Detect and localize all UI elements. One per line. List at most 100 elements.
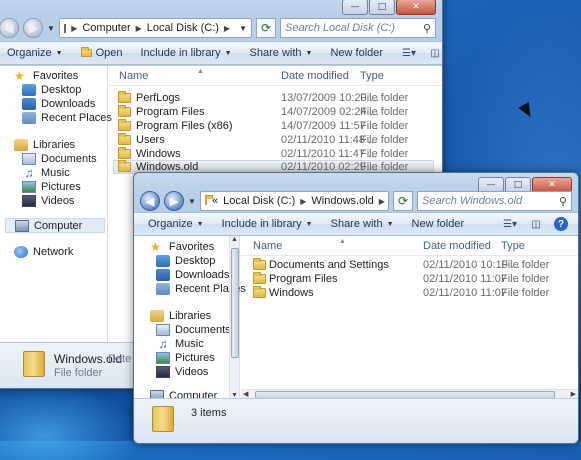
nav-favorites[interactable]: ★ Favorites [150,240,214,254]
network-icon [14,246,28,258]
address-bar[interactable]: ▶ Computer ▶ Local Disk (C:) ▶ ▼ [59,18,252,38]
file-row[interactable]: Documents and Settings 02/11/2010 10:19 … [245,258,570,272]
nav-libraries[interactable]: Libraries [150,309,211,323]
organize-label: Organize [148,218,193,230]
nav-documents[interactable]: Documents [22,152,97,166]
nav-desktop[interactable]: Desktop [156,254,215,268]
back-button[interactable]: ◀ [140,191,160,211]
nav-music[interactable]: ♫ Music [156,337,204,351]
forward-button[interactable]: ▶ [23,18,43,38]
breadcrumb-computer[interactable]: Computer [82,22,130,34]
recent-pages-dropdown[interactable]: ▼ [47,24,55,33]
back-button[interactable]: ◀ [0,18,19,38]
nav-recent-places-label: Recent Places [41,112,112,124]
nav-pictures[interactable]: Pictures [22,180,81,194]
column-name[interactable]: Name [253,240,282,252]
breadcrumb-local-disk[interactable]: Local Disk (C:) [147,22,219,34]
column-type[interactable]: Type [360,70,384,82]
nav-videos-label: Videos [41,195,75,207]
nav-music[interactable]: ♫ Music [22,166,70,180]
forward-button[interactable]: ▶ [164,191,184,211]
pictures-icon [22,181,36,193]
file-row[interactable]: Program Files 14/07/2009 02:24 ... File … [113,105,434,119]
address-bar[interactable]: « Local Disk (C:) ▶ Windows.old ▶ ▼ [200,191,389,211]
nav-favorites[interactable]: ★ Favorites [14,69,78,83]
file-type: File folder [360,134,409,146]
breadcrumb-chevron-icon[interactable]: ▶ [71,24,77,33]
nav-pictures[interactable]: Pictures [156,351,215,365]
breadcrumb-chevron-icon[interactable]: ▶ [300,197,306,206]
include-in-library-button[interactable]: Include in library ▼ [222,218,313,230]
details-type: File folder [54,367,103,379]
folder-icon [118,119,131,131]
organize-button[interactable]: Organize ▼ [7,47,63,59]
include-in-library-button[interactable]: Include in library ▼ [141,47,232,59]
column-date-modified[interactable]: Date modified [281,70,349,82]
nav-videos-label: Videos [175,366,209,378]
new-folder-label: New folder [330,47,384,59]
nav-downloads[interactable]: Downloads [22,97,95,111]
view-options-icon[interactable]: ☰▾ [401,46,417,60]
nav-music-label: Music [175,338,204,350]
search-input[interactable]: Search Windows.old ⚲ [417,191,572,211]
nav-libraries-label: Libraries [33,139,76,151]
refresh-button[interactable]: ⟳ [393,191,413,211]
file-row[interactable]: Windows 02/11/2010 11:07 ... File folder [245,286,570,300]
open-button[interactable]: Open [80,47,123,59]
details-item-count: 3 items [191,407,227,419]
breadcrumb-chevron-icon[interactable]: ▶ [224,24,230,33]
nav-libraries[interactable]: Libraries [14,138,75,152]
search-icon[interactable]: ⚲ [559,195,567,208]
preview-pane-icon[interactable]: ◫ [528,217,544,231]
file-type: File folder [360,92,409,104]
file-row[interactable]: PerfLogs 13/07/2009 10:20 ... File folde… [113,91,434,105]
column-date-modified[interactable]: Date modified [423,240,491,252]
nav-videos[interactable]: Videos [22,194,74,208]
open-label: Open [95,47,123,59]
help-icon[interactable]: ? [554,217,568,231]
breadcrumb-chevron-icon[interactable]: ▶ [379,197,385,206]
scrollbar-thumb[interactable] [231,248,239,358]
column-name[interactable]: Name [119,70,148,82]
scroll-right-icon[interactable]: ▶ [571,390,576,398]
nav-documents[interactable]: Documents [156,323,231,337]
minimize-button[interactable]: — [342,0,368,15]
nav-computer-label: Computer [34,219,83,232]
breadcrumb-local-disk[interactable]: Local Disk (C:) [223,195,295,207]
nav-desktop[interactable]: Desktop [22,83,81,97]
nav-scrollbar[interactable]: ▲ ▼ [229,236,239,399]
breadcrumb-chevron-icon[interactable]: ▶ [136,24,142,33]
file-row[interactable]: Users 02/11/2010 11:48 ... File folder [113,133,434,147]
share-with-button[interactable]: Share with ▼ [331,218,394,230]
close-button[interactable]: ✕ [396,0,436,15]
command-bar: Organize ▼ Open Include in library ▼ Share… [0,41,442,65]
search-icon[interactable]: ⚲ [423,22,431,35]
new-folder-button[interactable]: New folder [412,218,465,230]
scroll-up-icon[interactable]: ▲ [231,236,238,243]
nav-network[interactable]: Network [14,245,73,259]
recent-pages-dropdown[interactable]: ▼ [188,197,196,206]
column-headers: Name ▲ Date modified Type [241,236,578,256]
organize-button[interactable]: Organize ▼ [148,218,204,230]
file-name: PerfLogs [136,92,181,104]
search-input[interactable]: Search Local Disk (C:) ⚲ [280,18,436,38]
nav-videos[interactable]: Videos [156,365,208,379]
nav-computer[interactable]: Computer [5,218,105,233]
address-dropdown-icon[interactable]: ▼ [235,24,251,33]
file-name: Program Files [269,273,338,285]
file-row[interactable]: Windows 02/11/2010 11:47 ... File folder [113,147,434,161]
view-options-icon[interactable]: ☰▾ [502,217,518,231]
maximize-button[interactable]: □ [369,0,395,15]
new-folder-button[interactable]: New folder [330,47,383,59]
preview-pane-icon[interactable]: ◫ [427,46,442,60]
refresh-button[interactable]: ⟳ [256,18,276,38]
scroll-left-icon[interactable]: ◀ [243,390,248,398]
share-with-button[interactable]: Share with ▼ [250,47,313,59]
column-type[interactable]: Type [501,240,525,252]
folder-icon [118,147,131,159]
breadcrumb-windows-old[interactable]: Windows.old [311,195,373,207]
file-row[interactable]: Program Files (x86) 14/07/2009 11:57 ...… [113,119,434,133]
nav-recent-places[interactable]: Recent Places [22,111,112,125]
nav-downloads[interactable]: Downloads [156,268,229,282]
file-row[interactable]: Program Files 02/11/2010 11:07 ... File … [245,272,570,286]
